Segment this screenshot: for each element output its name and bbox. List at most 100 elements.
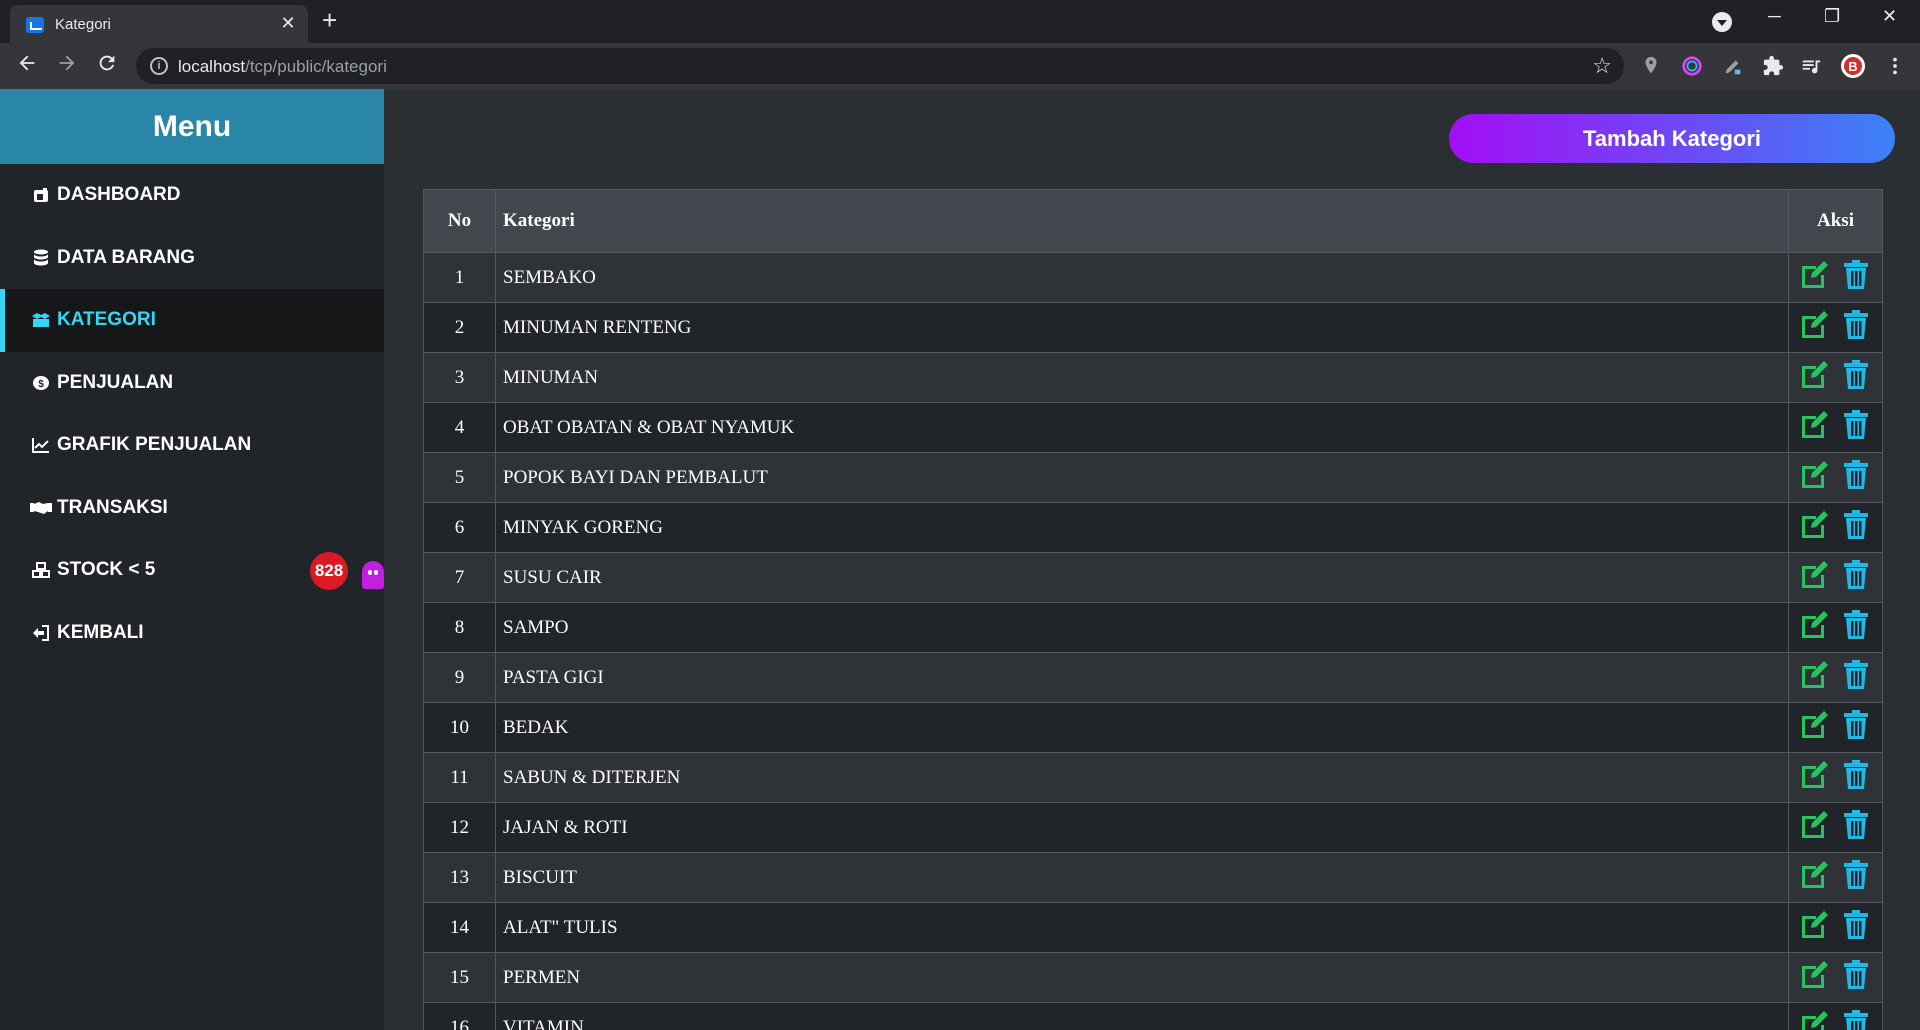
cell-aksi bbox=[1788, 502, 1883, 553]
trash-icon[interactable] bbox=[1840, 859, 1872, 896]
trash-icon[interactable] bbox=[1840, 759, 1872, 796]
sidebar-item-penjualan[interactable]: $ PENJUALAN bbox=[0, 352, 384, 415]
tab-search-icon[interactable] bbox=[1712, 12, 1732, 32]
edit-icon[interactable] bbox=[1799, 260, 1831, 296]
back-button[interactable] bbox=[13, 52, 41, 80]
stock-count-badge: 828 bbox=[310, 552, 348, 590]
cell-aksi bbox=[1788, 652, 1883, 703]
edit-icon[interactable] bbox=[1799, 560, 1831, 596]
site-info-icon[interactable]: i bbox=[150, 57, 168, 75]
trash-icon[interactable] bbox=[1840, 459, 1872, 496]
browser-tab-bar: Kategori ✕ + ─ ❐ ✕ bbox=[0, 0, 1920, 43]
url-text: localhost/tcp/public/kategori bbox=[178, 57, 387, 76]
column-header-aksi: Aksi bbox=[1788, 189, 1883, 253]
ghost-icon bbox=[362, 561, 384, 589]
address-bar[interactable]: i localhost/tcp/public/kategori ☆ bbox=[136, 48, 1624, 84]
edit-icon[interactable] bbox=[1799, 910, 1831, 946]
trash-icon[interactable] bbox=[1840, 509, 1872, 546]
color-picker-icon[interactable] bbox=[1681, 55, 1703, 77]
close-window-button[interactable]: ✕ bbox=[1882, 6, 1897, 27]
tachometer-icon bbox=[30, 186, 52, 204]
table-row: 2 MINUMAN RENTENG bbox=[423, 302, 1883, 353]
table-row: 5 POPOK BAYI DAN PEMBALUT bbox=[423, 452, 1883, 503]
cell-no: 14 bbox=[423, 902, 496, 953]
sidebar-item-data-barang[interactable]: DATA BARANG bbox=[0, 227, 384, 290]
trash-icon[interactable] bbox=[1840, 709, 1872, 746]
sidebar-item-stock[interactable]: STOCK < 5 828 bbox=[0, 539, 384, 602]
table-row: 9 PASTA GIGI bbox=[423, 652, 1883, 703]
table-row: 12 JAJAN & ROTI bbox=[423, 802, 1883, 853]
trash-icon[interactable] bbox=[1840, 809, 1872, 846]
trash-icon[interactable] bbox=[1840, 309, 1872, 346]
cell-kategori: JAJAN & ROTI bbox=[495, 802, 1789, 853]
boxes-icon bbox=[30, 311, 52, 329]
edit-icon[interactable] bbox=[1799, 660, 1831, 696]
browser-toolbar: i localhost/tcp/public/kategori ☆ B bbox=[0, 43, 1920, 89]
table-row: 6 MINYAK GORENG bbox=[423, 502, 1883, 553]
cell-aksi bbox=[1788, 602, 1883, 653]
location-pin-icon[interactable] bbox=[1640, 55, 1662, 77]
edit-icon[interactable] bbox=[1799, 1010, 1831, 1030]
new-tab-button[interactable]: + bbox=[322, 7, 337, 33]
cell-no: 10 bbox=[423, 702, 496, 753]
reload-button[interactable] bbox=[93, 52, 121, 80]
edit-icon[interactable] bbox=[1799, 960, 1831, 996]
trash-icon[interactable] bbox=[1840, 1009, 1872, 1030]
extensions-puzzle-icon[interactable] bbox=[1762, 55, 1784, 77]
trash-icon[interactable] bbox=[1840, 959, 1872, 996]
browser-tab[interactable]: Kategori ✕ bbox=[10, 5, 308, 43]
bookmark-star-icon[interactable]: ☆ bbox=[1592, 53, 1612, 79]
trash-icon[interactable] bbox=[1840, 559, 1872, 596]
minimize-button[interactable]: ─ bbox=[1768, 6, 1781, 27]
trash-icon[interactable] bbox=[1840, 659, 1872, 696]
profile-avatar-icon[interactable]: B bbox=[1840, 53, 1866, 79]
trash-icon[interactable] bbox=[1840, 909, 1872, 946]
table-row: 11 SABUN & DITERJEN bbox=[423, 752, 1883, 803]
edit-icon[interactable] bbox=[1799, 760, 1831, 796]
cell-no: 11 bbox=[423, 752, 496, 803]
sidebar: Menu DASHBOARD DATA BARANG KATEGORI $ PE… bbox=[0, 89, 384, 1030]
trash-icon[interactable] bbox=[1840, 359, 1872, 396]
sidebar-item-grafik-penjualan[interactable]: GRAFIK PENJUALAN bbox=[0, 414, 384, 477]
cubes-icon bbox=[30, 561, 52, 579]
sidebar-item-label: DATA BARANG bbox=[57, 246, 195, 268]
sidebar-title: Menu bbox=[0, 89, 384, 164]
sidebar-item-transaksi[interactable]: TRANSAKSI bbox=[0, 477, 384, 540]
sidebar-item-kategori[interactable]: KATEGORI bbox=[0, 289, 384, 352]
tab-close-icon[interactable]: ✕ bbox=[278, 13, 298, 33]
edit-icon[interactable] bbox=[1799, 410, 1831, 446]
edit-icon[interactable] bbox=[1799, 510, 1831, 546]
edit-icon[interactable] bbox=[1799, 310, 1831, 346]
edit-icon[interactable] bbox=[1799, 360, 1831, 396]
column-header-kategori: Kategori bbox=[495, 189, 1789, 253]
edit-icon[interactable] bbox=[1799, 810, 1831, 846]
table-row: 10 BEDAK bbox=[423, 702, 1883, 753]
table-row: 13 BISCUIT bbox=[423, 852, 1883, 903]
sidebar-item-dashboard[interactable]: DASHBOARD bbox=[0, 164, 384, 227]
sidebar-item-kembali[interactable]: KEMBALI bbox=[0, 602, 384, 665]
edit-icon[interactable] bbox=[1799, 460, 1831, 496]
media-queue-icon[interactable] bbox=[1800, 55, 1822, 77]
cell-no: 8 bbox=[423, 602, 496, 653]
pen-extension-icon[interactable] bbox=[1722, 55, 1744, 77]
cell-kategori: MINUMAN bbox=[495, 352, 1789, 403]
column-header-no: No bbox=[423, 189, 496, 253]
restore-button[interactable]: ❐ bbox=[1824, 6, 1840, 27]
arrow-right-icon bbox=[59, 55, 75, 71]
trash-icon[interactable] bbox=[1840, 259, 1872, 296]
more-menu-icon[interactable] bbox=[1884, 55, 1906, 77]
forward-button[interactable] bbox=[53, 52, 81, 80]
cell-kategori: SABUN & DITERJEN bbox=[495, 752, 1789, 803]
edit-icon[interactable] bbox=[1799, 610, 1831, 646]
cell-kategori: BEDAK bbox=[495, 702, 1789, 753]
trash-icon[interactable] bbox=[1840, 609, 1872, 646]
sidebar-item-label: KEMBALI bbox=[57, 621, 144, 643]
edit-icon[interactable] bbox=[1799, 860, 1831, 896]
sidebar-item-label: PENJUALAN bbox=[57, 371, 174, 393]
trash-icon[interactable] bbox=[1840, 409, 1872, 446]
add-category-button[interactable]: Tambah Kategori bbox=[1449, 114, 1895, 163]
cell-aksi bbox=[1788, 302, 1883, 353]
edit-icon[interactable] bbox=[1799, 710, 1831, 746]
cell-no: 4 bbox=[423, 402, 496, 453]
cell-aksi bbox=[1788, 702, 1883, 753]
